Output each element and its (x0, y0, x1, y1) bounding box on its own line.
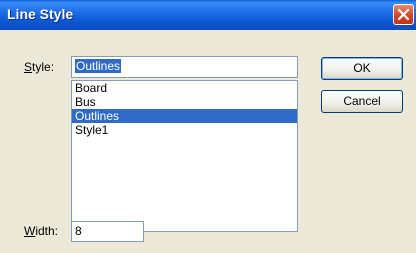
width-input[interactable]: 8 (71, 221, 144, 242)
ok-button[interactable]: OK (321, 57, 403, 80)
title-bar[interactable]: Line Style (0, 0, 416, 30)
list-item-style1[interactable]: Style1 (72, 123, 297, 137)
style-label: Style: (24, 60, 55, 74)
width-input-value: 8 (75, 224, 82, 238)
list-item-bus[interactable]: Bus (72, 95, 297, 109)
close-button[interactable] (393, 4, 414, 25)
style-input[interactable]: Outlines (71, 56, 298, 78)
window-title: Line Style (7, 6, 74, 22)
close-icon (398, 9, 409, 20)
list-item-board[interactable]: Board (72, 81, 297, 95)
list-item-outlines[interactable]: Outlines (72, 109, 297, 123)
width-label: Width: (24, 224, 59, 238)
style-listbox[interactable]: Board Bus Outlines Style1 (71, 80, 298, 232)
style-input-value: Outlines (75, 59, 122, 73)
cancel-button[interactable]: Cancel (321, 90, 403, 113)
